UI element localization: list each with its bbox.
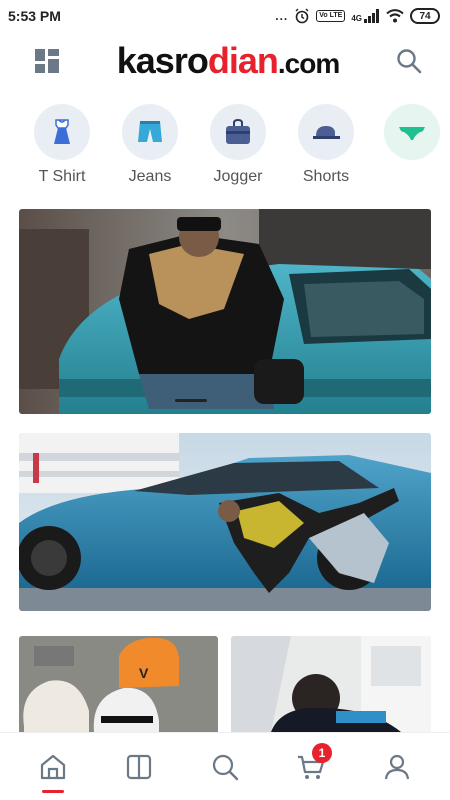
promo-banner-2[interactable] [19, 433, 431, 611]
product-tile-man[interactable] [231, 636, 431, 732]
carousel-indicator [175, 399, 207, 402]
active-tab-indicator [42, 789, 64, 793]
network-type: 4G [351, 9, 380, 23]
grid-menu-button[interactable] [34, 48, 60, 74]
jeans-icon [138, 121, 162, 142]
status-icons: ... Vo LTE 4G 74 [275, 8, 440, 24]
signal-icon [364, 9, 379, 23]
banner-image-2 [19, 433, 431, 611]
search-icon [212, 754, 239, 780]
tile-image-man [231, 636, 431, 732]
status-bar: 5:53 PM ... Vo LTE 4G 74 [0, 0, 450, 32]
search-button[interactable] [396, 48, 422, 74]
product-tile-beanies[interactable]: V [19, 636, 218, 732]
underwear-icon [399, 127, 425, 140]
status-more: ... [275, 9, 289, 23]
profile-icon [384, 754, 410, 779]
wifi-icon [386, 9, 404, 23]
category-strip[interactable]: T Shirt Jeans Jogger Shorts [0, 104, 450, 192]
search-icon [397, 49, 422, 74]
home-icon [40, 754, 66, 779]
category-item-underwear[interactable] [367, 104, 450, 168]
nav-catalog[interactable] [109, 737, 169, 797]
shorts-icon [313, 126, 340, 139]
category-label: Jeans [128, 168, 172, 185]
logo-part-1: kasro [116, 40, 209, 81]
category-item-jogger[interactable]: Jogger [193, 104, 283, 186]
nav-profile[interactable] [367, 737, 427, 797]
alarm-icon [295, 8, 309, 24]
nav-cart[interactable]: 1 [281, 737, 341, 797]
category-label: Jogger [213, 168, 263, 185]
category-item-partial[interactable] [0, 104, 15, 160]
brand-logo[interactable]: kasrodian.com [116, 40, 340, 81]
nav-home[interactable] [23, 737, 83, 797]
catalog-icon [126, 754, 152, 779]
bottom-navigation: 1 [0, 732, 450, 800]
banner-image-1 [19, 209, 431, 414]
category-item-jeans[interactable]: Jeans [105, 104, 195, 186]
battery-indicator: 74 [410, 8, 440, 24]
category-label: Shorts [302, 168, 350, 185]
logo-part-2: dian [207, 40, 279, 81]
nav-search[interactable] [195, 737, 255, 797]
app-header: kasrodian.com [0, 32, 450, 90]
category-item-tshirt[interactable]: T Shirt [17, 104, 107, 186]
volte-badge: Vo LTE [316, 10, 346, 22]
logo-part-3: .com [277, 48, 340, 79]
category-item-shorts[interactable]: Shorts [281, 104, 371, 186]
tile-image-beanies: V [19, 636, 218, 732]
cart-count-badge: 1 [312, 742, 332, 763]
tshirt-icon [54, 119, 70, 144]
grid-menu-icon [35, 49, 59, 73]
category-label: T Shirt [38, 168, 86, 185]
jogger-icon [226, 118, 250, 144]
status-time: 5:53 PM [8, 8, 61, 24]
promo-banner-1[interactable] [19, 209, 431, 414]
svg-text:V: V [139, 665, 149, 681]
